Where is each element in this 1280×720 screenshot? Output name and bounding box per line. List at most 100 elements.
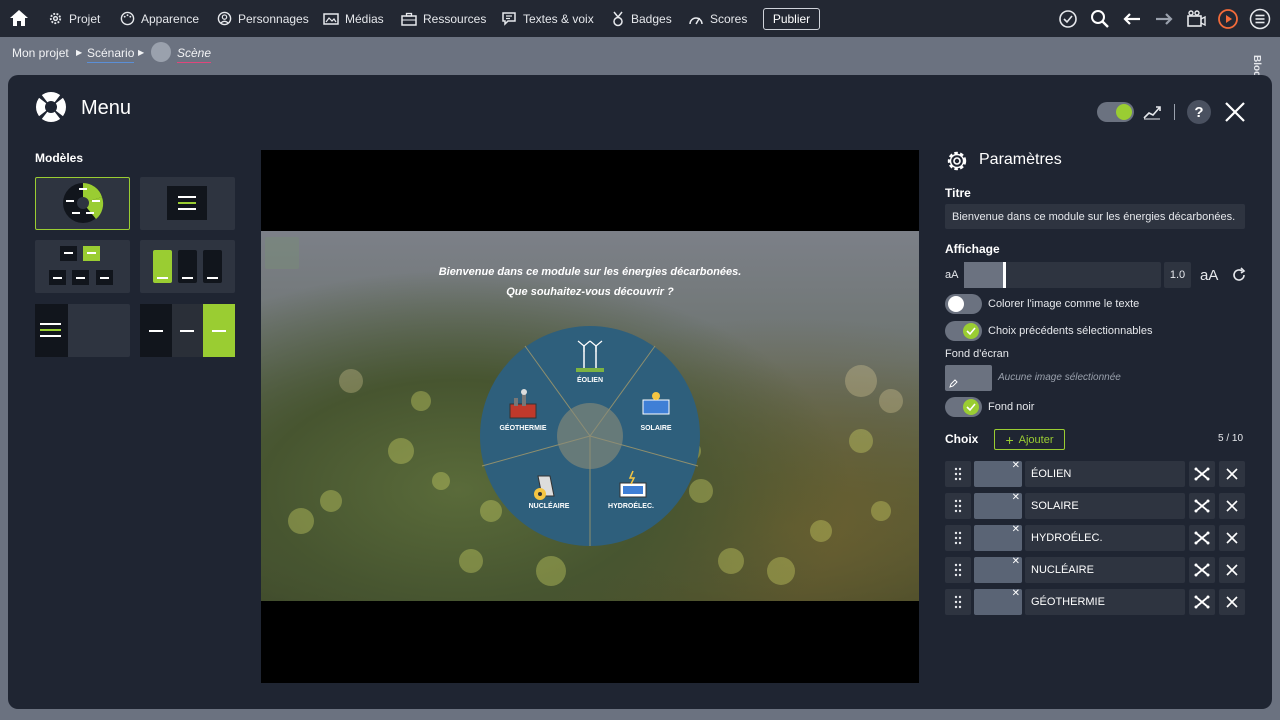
shuffle-icon[interactable] [1189, 589, 1215, 615]
choice-row[interactable]: ✕ ÉOLIEN [945, 460, 1245, 487]
breadcrumb-scene[interactable]: Scène [177, 46, 212, 63]
svg-text:?: ? [1194, 104, 1203, 121]
shuffle-icon[interactable] [1189, 557, 1215, 583]
hamburger-menu-icon[interactable] [1249, 8, 1271, 30]
toggle-color-image[interactable] [945, 294, 982, 314]
titre-input[interactable]: Bienvenue dans ce module sur les énergie… [945, 204, 1245, 229]
choice-thumbnail[interactable]: ✕ [974, 492, 1022, 519]
choice-thumbnail[interactable]: ✕ [974, 524, 1022, 551]
reset-icon[interactable] [1231, 267, 1247, 283]
toggle-previous-choices[interactable] [945, 321, 982, 341]
breadcrumb-project[interactable]: Mon projet [12, 46, 69, 60]
nav-label: Apparence [141, 11, 200, 26]
delete-icon[interactable] [1219, 461, 1245, 487]
camera-film-icon[interactable] [1185, 8, 1207, 30]
toggle-previous-choices-label: Choix précédents sélectionnables [988, 325, 1153, 337]
search-icon[interactable] [1089, 8, 1111, 30]
redo-arrow-icon[interactable] [1153, 8, 1175, 30]
font-size-large-label: aA [1200, 267, 1219, 284]
breadcrumb-scenario[interactable]: Scénario [87, 46, 135, 63]
nav-badges[interactable]: Badges [611, 0, 672, 37]
background-photo: Bienvenue dans ce module sur les énergie… [261, 231, 919, 601]
undo-arrow-icon[interactable] [1121, 8, 1143, 30]
template-wheel-preview [63, 183, 104, 223]
template-list[interactable] [140, 177, 235, 230]
help-icon[interactable]: ? [1186, 99, 1212, 125]
nav-textes-voix[interactable]: Textes & voix [501, 0, 594, 37]
person-icon [217, 11, 232, 26]
shuffle-icon[interactable] [1189, 493, 1215, 519]
preview-toggle[interactable] [1097, 102, 1134, 122]
template-sidebar[interactable] [35, 304, 130, 357]
play-icon[interactable] [1217, 8, 1239, 30]
font-size-slider[interactable] [964, 262, 1161, 288]
choice-thumbnail[interactable]: ✕ [974, 588, 1022, 615]
remove-image-icon[interactable]: ✕ [1012, 588, 1020, 599]
nav-projet[interactable]: Projet [48, 0, 100, 37]
close-icon[interactable] [1223, 100, 1247, 124]
image-icon [323, 12, 339, 25]
scene-thumbnail-icon [151, 42, 171, 62]
check-icon [966, 403, 976, 412]
choice-name[interactable]: GÉOTHERMIE [1025, 589, 1185, 615]
nav-medias[interactable]: Médias [323, 0, 384, 37]
delete-icon[interactable] [1219, 589, 1245, 615]
edit-pencil-icon[interactable] [949, 379, 958, 388]
nav-personnages[interactable]: Personnages [217, 0, 309, 37]
nav-apparence[interactable]: Apparence [120, 0, 199, 37]
template-columns[interactable] [140, 304, 235, 357]
choice-thumbnail[interactable]: ✕ [974, 556, 1022, 583]
choice-row[interactable]: ✕ GÉOTHERMIE [945, 588, 1245, 615]
nav-label: Badges [631, 11, 672, 26]
remove-image-icon[interactable]: ✕ [1012, 460, 1020, 471]
energy-wheel[interactable] [480, 326, 700, 546]
gauge-icon [689, 16, 703, 24]
choices-count: 5 / 10 [1218, 433, 1244, 444]
history-check-icon[interactable] [1057, 8, 1079, 30]
choice-name[interactable]: NUCLÉAIRE [1025, 557, 1185, 583]
choice-name[interactable]: SOLAIRE [1025, 493, 1185, 519]
shuffle-icon[interactable] [1189, 461, 1215, 487]
wheel-label: GÉOTHERMIE [499, 425, 547, 432]
drag-handle-icon[interactable] [945, 461, 971, 487]
remove-image-icon[interactable]: ✕ [1012, 524, 1020, 535]
delete-icon[interactable] [1219, 557, 1245, 583]
choices-label: Choix [945, 432, 979, 446]
nav-ressources[interactable]: Ressources [401, 0, 486, 37]
nav-scores[interactable]: Scores [688, 0, 747, 37]
choice-name[interactable]: HYDROÉLEC. [1025, 525, 1185, 551]
settings-gear-icon [947, 151, 967, 171]
shuffle-icon[interactable] [1189, 525, 1215, 551]
choice-row[interactable]: ✕ SOLAIRE [945, 492, 1245, 519]
delete-icon[interactable] [1219, 493, 1245, 519]
toggle-color-image-label: Colorer l'image comme le texte [988, 298, 1140, 310]
add-choice-button[interactable]: + Ajouter [994, 429, 1065, 450]
delete-icon[interactable] [1219, 525, 1245, 551]
plus-icon: + [1005, 431, 1014, 448]
slider-handle[interactable] [1003, 262, 1006, 288]
drag-handle-icon[interactable] [945, 525, 971, 551]
font-size-value[interactable]: 1.0 [1164, 262, 1191, 288]
remove-image-icon[interactable]: ✕ [1012, 492, 1020, 503]
template-grid[interactable] [35, 240, 130, 293]
publish-button[interactable]: Publier [763, 8, 820, 30]
toggle-black-background[interactable] [945, 397, 982, 417]
choice-row[interactable]: ✕ HYDROÉLEC. [945, 524, 1245, 551]
drag-handle-icon[interactable] [945, 589, 971, 615]
choice-name[interactable]: ÉOLIEN [1025, 461, 1185, 487]
chart-trend-icon[interactable] [1142, 104, 1162, 120]
background-image-picker[interactable] [945, 365, 992, 391]
side-tab-bloc[interactable]: Bloc [1251, 55, 1262, 77]
choice-row[interactable]: ✕ NUCLÉAIRE [945, 556, 1245, 583]
template-wheel[interactable] [35, 177, 130, 230]
home-icon[interactable] [9, 9, 29, 27]
no-image-text: Aucune image sélectionnée [998, 372, 1121, 383]
remove-image-icon[interactable]: ✕ [1012, 556, 1020, 567]
choice-thumbnail[interactable]: ✕ [974, 460, 1022, 487]
template-cards[interactable] [140, 240, 235, 293]
wheel-label: SOLAIRE [640, 425, 672, 432]
nav-label: Scores [710, 11, 748, 26]
drag-handle-icon[interactable] [945, 557, 971, 583]
drag-handle-icon[interactable] [945, 493, 971, 519]
nav-label: Projet [69, 11, 101, 26]
